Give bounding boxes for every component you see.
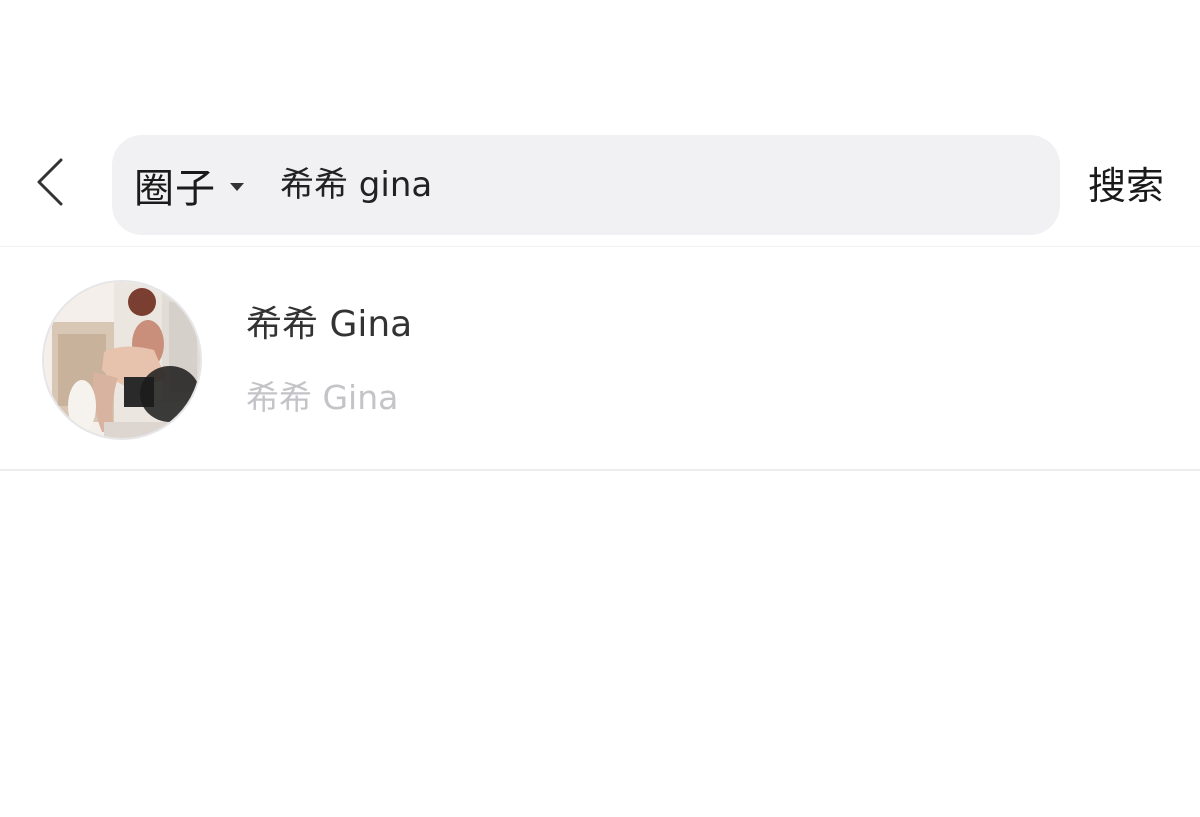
list-item[interactable]: 希希 Gina 希希 Gina	[0, 247, 1200, 471]
search-page: 圈子 希希 gina 搜索 希希 Gina 希希 Gina	[0, 0, 1200, 817]
search-input[interactable]: 希希 gina	[280, 135, 1020, 235]
result-subtitle: 希希 Gina	[246, 378, 399, 417]
avatar	[42, 280, 202, 440]
result-title: 希希 Gina	[246, 304, 413, 345]
caret-down-icon	[230, 183, 244, 191]
back-button[interactable]	[26, 158, 74, 210]
scope-label: 圈子	[134, 166, 216, 212]
chevron-left-icon	[35, 157, 65, 211]
search-button[interactable]: 搜索	[1088, 160, 1164, 212]
scope-dropdown[interactable]: 圈子	[134, 135, 244, 235]
search-box: 圈子 希希 gina	[112, 135, 1060, 235]
search-header: 圈子 希希 gina 搜索	[0, 0, 1200, 247]
